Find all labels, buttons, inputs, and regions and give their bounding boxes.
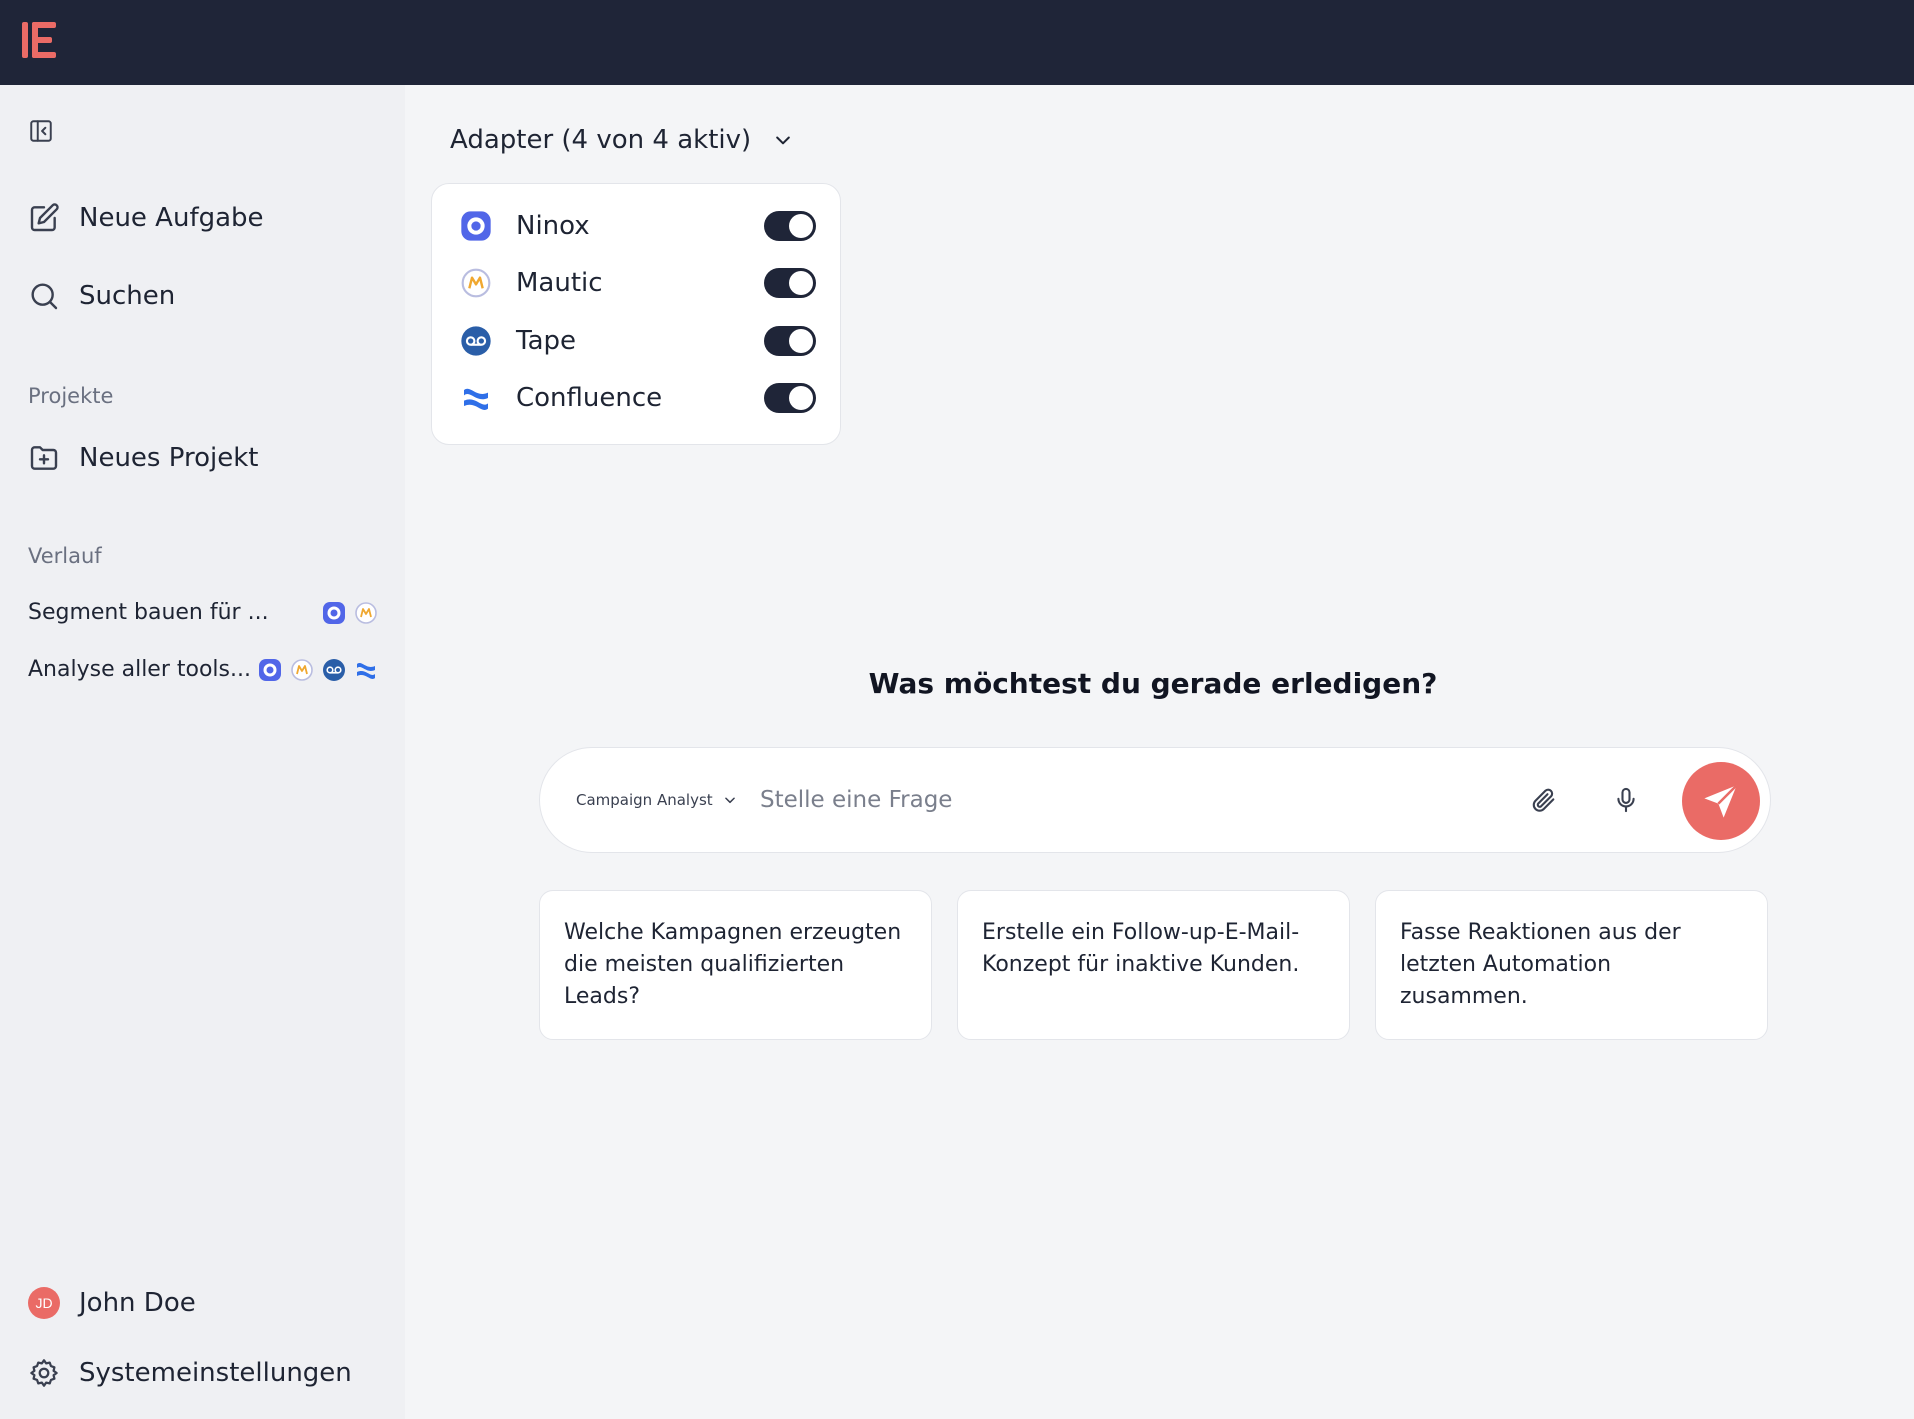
prompt-input[interactable] [760,775,1520,825]
mautic-icon [461,268,491,298]
history-item[interactable]: Segment bauen für ... [28,600,378,625]
adapter-dropdown-label: Adapter (4 von 4 aktiv) [450,125,752,155]
folder-plus-icon [30,446,58,470]
new-project-button[interactable]: Neues Projekt [28,442,258,474]
search-icon [31,283,58,310]
adapter-row-tape: Tape [460,321,816,361]
top-bar [0,0,1914,85]
edit-icon [30,203,59,232]
user-name-label: John Doe [79,1288,196,1318]
adapter-dropdown[interactable]: Adapter (4 von 4 aktiv) [450,125,793,155]
adapter-name: Tape [516,326,577,356]
search-button[interactable]: Suchen [28,280,175,312]
history-section-label: Verlauf [28,544,102,568]
mautic-icon [291,658,313,681]
main-area: Adapter (4 von 4 aktiv) Ninox Mautic Tap… [405,85,1914,1419]
mautic-toggle[interactable] [764,268,816,298]
search-label: Suchen [79,281,176,311]
adapter-row-ninox: Ninox [460,206,816,246]
gear-icon [30,1359,58,1387]
prompt-bar: Campaign Analyst [539,747,1771,853]
avatar: JD [28,1287,60,1319]
chevron-down-icon [724,797,735,804]
ninox-icon [461,211,491,241]
adapter-row-mautic: Mautic [460,263,816,303]
paperclip-icon[interactable] [1530,786,1558,814]
suggestion-card[interactable]: Fasse Reaktionen aus der letzten Automat… [1375,890,1768,1040]
new-task-button[interactable]: Neue Aufgabe [28,202,264,234]
user-profile-button[interactable]: JD John Doe [28,1287,196,1319]
tape-icon [461,326,491,356]
suggestion-card[interactable]: Erstelle ein Follow-up-E-Mail-Konzept fü… [957,890,1350,1040]
ninox-icon [259,658,281,681]
confluence-icon [357,662,375,679]
agent-selector[interactable]: Campaign Analyst [576,748,737,852]
new-task-label: Neue Aufgabe [79,203,264,233]
adapter-panel: Ninox Mautic Tape Confluence [431,183,841,445]
agent-selector-label: Campaign Analyst [576,791,713,809]
adapter-name: Mautic [516,268,603,298]
mautic-icon [355,601,377,624]
new-project-label: Neues Projekt [79,443,259,473]
system-settings-label: Systemeinstellungen [79,1358,352,1388]
projects-section-label: Projekte [28,384,114,408]
tape-toggle[interactable] [764,326,816,356]
sidebar-collapse-icon[interactable] [28,118,54,144]
chevron-down-icon [776,136,790,145]
tape-icon [323,658,345,681]
send-icon [1704,784,1738,818]
sidebar: Neue Aufgabe Suchen Projekte Neues Proje… [0,85,405,1419]
system-settings-button[interactable]: Systemeinstellungen [28,1357,352,1389]
adapter-name: Ninox [516,211,590,241]
history-item-title: Analyse aller tools... [28,657,251,682]
confluence-toggle[interactable] [764,383,816,413]
page-title: Was möchtest du gerade erledigen? [868,667,1438,700]
ninox-toggle[interactable] [764,211,816,241]
history-item[interactable]: Analyse aller tools... [28,657,378,682]
history-item-title: Segment bauen für ... [28,600,269,625]
adapter-row-confluence: Confluence [460,378,816,418]
microphone-icon[interactable] [1612,786,1640,814]
confluence-icon [464,388,488,410]
ninox-icon [323,601,345,624]
send-button[interactable] [1682,762,1760,840]
app-logo-icon[interactable] [22,20,58,60]
suggestion-card[interactable]: Welche Kampagnen erzeugten die meisten q… [539,890,932,1040]
adapter-name: Confluence [516,383,663,413]
